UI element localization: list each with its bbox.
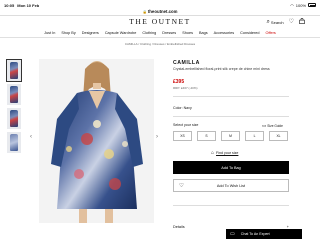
next-image-arrow-icon[interactable]: › [156, 134, 158, 140]
dress-illustration [39, 59, 154, 223]
rrp-price: RRP: £467 (-40%) [173, 86, 198, 90]
thumbnail-image [10, 134, 18, 151]
size-guide-link[interactable]: ▭ Size Guide [262, 123, 283, 129]
chat-label: Chat To An Expert [240, 232, 270, 236]
chat-to-expert-button[interactable]: ▭ Chat To An Expert [226, 229, 302, 239]
divider [173, 116, 289, 117]
divider [173, 205, 289, 206]
heart-icon: ♡ [179, 183, 184, 189]
thumbnail-image [10, 110, 18, 127]
nav-item-designers[interactable]: Designers [82, 31, 99, 35]
divider [173, 96, 289, 97]
hanger-icon: ⌂ [211, 150, 215, 156]
search-button[interactable]: ⌕ Search [267, 19, 284, 25]
chat-icon: ▭ [230, 231, 235, 237]
lock-icon: 🔒 [142, 9, 147, 14]
nav-item-considered[interactable]: Considered [240, 31, 259, 35]
battery-percent: 100% [295, 2, 306, 8]
size-option-xl[interactable]: XL [269, 131, 288, 141]
main-nav: Just In Shop By Designers Capsule Wardro… [0, 31, 320, 35]
bag-icon-svg [299, 17, 305, 24]
nav-item-just-in[interactable]: Just In [44, 31, 55, 35]
search-label: Search [270, 19, 284, 25]
add-to-wishlist-label: Add To Wish List [216, 183, 246, 188]
bag-icon[interactable] [299, 17, 305, 26]
heart-icon[interactable]: ♡ [289, 19, 294, 25]
color-label: Color: Navy [173, 106, 192, 110]
thumbnail-image [10, 62, 18, 79]
size-guide-label: Size Guide [267, 124, 283, 128]
wifi-icon: ◠ [290, 2, 294, 8]
nav-item-offers[interactable]: Offers [266, 31, 276, 35]
battery-icon [308, 3, 316, 7]
nav-item-shoes[interactable]: Shoes [182, 31, 193, 35]
nav-item-shop-by[interactable]: Shop By [61, 31, 75, 35]
product-thumbnail[interactable] [7, 84, 21, 105]
nav-item-dresses[interactable]: Dresses [162, 31, 176, 35]
find-size-label: Find your size [216, 151, 239, 155]
add-to-bag-button[interactable]: Add To Bag [173, 161, 289, 174]
search-icon: ⌕ [266, 19, 270, 25]
thumbnail-strip [6, 59, 22, 153]
add-to-wishlist-button[interactable]: ♡ Add To Wish List [173, 179, 289, 192]
sale-price: £395 [173, 79, 185, 85]
product-name: Crystal-embellished floral-print silk cr… [173, 67, 270, 71]
header-actions: ⌕ Search ♡ [267, 17, 305, 26]
size-option-l[interactable]: L [245, 131, 264, 141]
size-title: Select your size [173, 123, 199, 127]
divider [0, 15, 320, 16]
product-thumbnail[interactable] [6, 59, 22, 82]
breadcrumb[interactable]: CAMILLA / Clothing / Dresses / Embellish… [0, 42, 320, 46]
nav-item-capsule-wardrobe[interactable]: Capsule Wardrobe [105, 31, 137, 35]
size-option-m[interactable]: M [221, 131, 240, 141]
nav-item-clothing[interactable]: Clothing [142, 31, 156, 35]
status-date: Mon 10 Feb [17, 2, 40, 8]
product-thumbnail[interactable] [7, 108, 21, 129]
nav-item-bags[interactable]: Bags [199, 31, 208, 35]
address-bar[interactable]: 🔒 theoutnet.com [0, 8, 320, 15]
previous-image-arrow-icon[interactable]: ‹ [30, 134, 32, 140]
find-your-size-link[interactable]: ⌂ Find your size [211, 150, 238, 156]
product-image[interactable] [39, 59, 154, 223]
status-time: 10:05 [4, 2, 15, 8]
size-option-xs[interactable]: XS [173, 131, 192, 141]
product-brand[interactable]: CAMILLA [173, 60, 200, 66]
nav-item-accessories[interactable]: Accessories [214, 31, 234, 35]
product-thumbnail[interactable] [7, 132, 21, 153]
details-label: Details [173, 225, 185, 229]
size-selector: XS S M L XL [173, 131, 288, 141]
status-right: ◠ 100% [290, 3, 316, 8]
thumbnail-image [10, 86, 18, 103]
ruler-icon: ▭ [262, 123, 267, 128]
size-option-s[interactable]: S [197, 131, 216, 141]
divider [0, 37, 320, 38]
url-text: theoutnet.com [147, 9, 178, 14]
